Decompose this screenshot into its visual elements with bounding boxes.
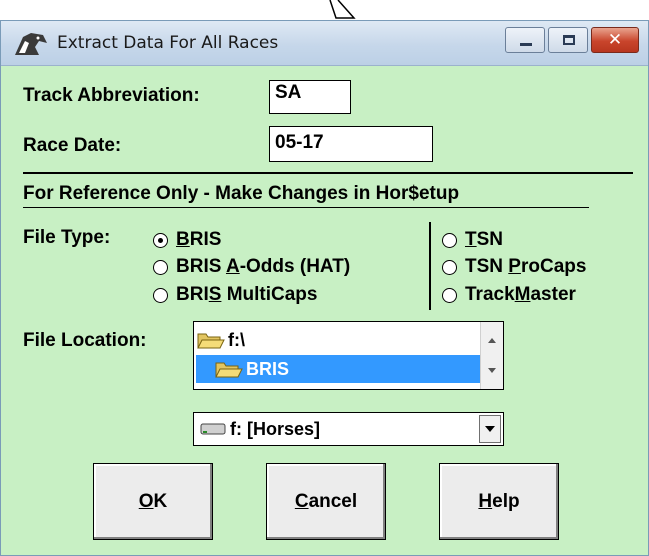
minimize-button[interactable] (505, 27, 545, 53)
close-icon: ✕ (607, 30, 623, 50)
reference-note: For Reference Only - Make Changes in Hor… (23, 183, 460, 204)
radio-indicator (442, 232, 457, 248)
race-date-input[interactable]: 05-17 (269, 126, 433, 162)
scroll-arrows-icon (488, 338, 496, 373)
drive-value: f: [Horses] (230, 419, 321, 439)
window-title: Extract Data For All Races (57, 33, 279, 53)
radio-bris[interactable]: BRIS (153, 229, 221, 251)
radio-label: TrackMaster (465, 284, 576, 305)
radio-label: BRIS A-Odds (HAT) (176, 256, 351, 277)
radio-bris-a-odds[interactable]: BRIS A-Odds (HAT) (153, 256, 350, 278)
drive-select[interactable]: f: [Horses] (193, 412, 504, 446)
list-item-root-folder[interactable]: f:\ (196, 326, 480, 354)
close-button[interactable]: ✕ (591, 27, 639, 53)
track-abbreviation-label: Track Abbreviation: (23, 85, 200, 106)
folder-name: f:\ (228, 329, 245, 350)
drive-icon (200, 423, 226, 435)
radio-tsn[interactable]: TSN (442, 229, 503, 251)
folder-scrollbar[interactable] (480, 322, 503, 389)
minimize-icon (520, 43, 532, 46)
open-folder-icon (197, 333, 225, 349)
race-date-label: Race Date: (23, 135, 122, 156)
folder-listbox[interactable]: f:\ BRIS (193, 321, 504, 390)
radio-indicator (153, 259, 168, 275)
maximize-button[interactable] (548, 27, 588, 53)
radio-indicator (153, 232, 168, 248)
radio-label: TSN (465, 229, 504, 250)
radio-trackmaster[interactable]: TrackMaster (442, 284, 576, 306)
folder-name: BRIS (246, 358, 290, 379)
track-abbreviation-input[interactable]: SA (269, 80, 351, 114)
cancel-button[interactable]: Cancel (266, 463, 386, 540)
maximize-icon (563, 35, 575, 45)
radio-label: TSN ProCaps (465, 256, 587, 277)
file-type-label: File Type: (23, 227, 111, 248)
horse-head-icon (15, 33, 47, 55)
radio-indicator (153, 287, 168, 303)
file-type-separator (429, 222, 431, 310)
radio-bris-multicaps[interactable]: BRIS MultiCaps (153, 284, 317, 306)
radio-label: BRIS (176, 229, 222, 250)
list-item-bris-folder[interactable]: BRIS (196, 355, 480, 383)
ok-button[interactable]: OK (93, 463, 213, 540)
help-button[interactable]: Help (439, 463, 559, 540)
file-location-label: File Location: (23, 330, 147, 351)
cursor-fragment-icon (329, 0, 356, 19)
extract-data-dialog: Extract Data For All Races ✕ Track Abbre… (0, 20, 649, 556)
chevron-down-icon (485, 426, 495, 432)
radio-label: BRIS MultiCaps (176, 284, 318, 305)
title-bar[interactable]: Extract Data For All Races ✕ (1, 21, 648, 66)
radio-indicator (442, 287, 457, 303)
radio-indicator (442, 259, 457, 275)
reference-underline (23, 207, 589, 208)
radio-tsn-procaps[interactable]: TSN ProCaps (442, 256, 586, 278)
drive-dropdown-button[interactable] (479, 415, 501, 443)
divider-top (23, 172, 633, 174)
open-folder-icon (215, 362, 243, 378)
